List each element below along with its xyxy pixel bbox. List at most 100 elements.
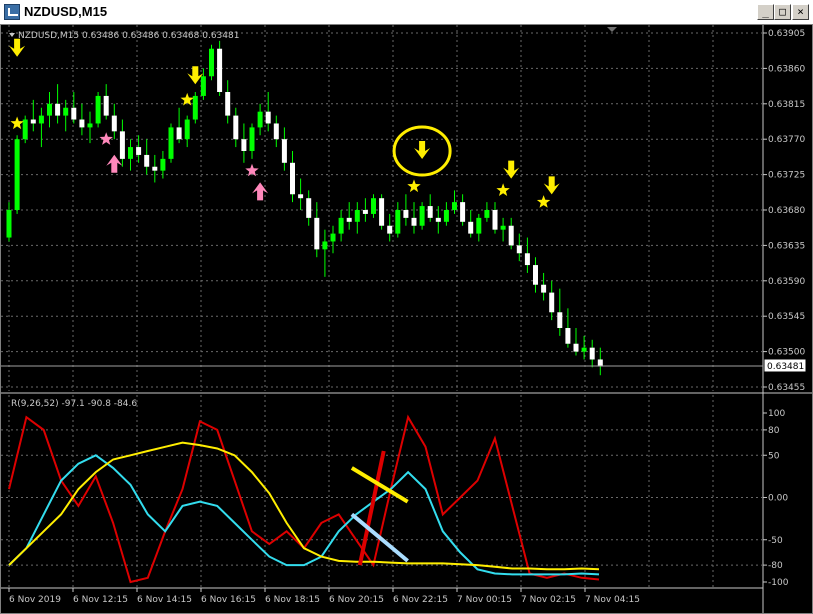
time-label: 6 Nov 12:15: [73, 595, 128, 605]
candle-body: [403, 210, 409, 218]
candle-body: [508, 225, 514, 246]
candle-body: [338, 217, 344, 234]
price-label: 0.63680: [768, 206, 805, 216]
candle-body: [573, 343, 579, 352]
candle-body: [128, 147, 133, 159]
price-label: 0.63590: [768, 277, 805, 287]
candle-body: [111, 115, 117, 132]
candle-body: [71, 107, 77, 120]
candle-body: [500, 225, 506, 230]
time-label: 6 Nov 14:15: [137, 595, 192, 605]
candle-body: [184, 119, 190, 140]
chart-window-icon: [4, 4, 20, 20]
star-signal-icon: [496, 183, 510, 196]
sell-arrow-icon: [414, 141, 431, 159]
window-title: NZDUSD,M15: [24, 4, 108, 19]
time-label: 6 Nov 20:15: [329, 595, 384, 605]
time-label: 6 Nov 18:15: [265, 595, 320, 605]
time-label: 7 Nov 02:15: [521, 595, 576, 605]
candle-body: [371, 198, 376, 214]
candle-body: [557, 312, 563, 328]
candle-body: [225, 92, 231, 116]
sell-arrow-icon: [543, 176, 560, 195]
candle-body: [468, 221, 474, 234]
current-price-label: 0.63481: [767, 362, 804, 372]
candle-body: [379, 198, 385, 226]
candle-body: [6, 210, 12, 238]
candle-body: [354, 210, 360, 222]
star-signal-icon: [99, 132, 113, 145]
annotations: [350, 125, 452, 566]
candle-body: [136, 147, 142, 155]
price-label: 0.63905: [768, 29, 805, 39]
candle-body: [565, 328, 571, 344]
candle-body: [38, 115, 44, 124]
price-label: 0.63635: [768, 241, 805, 251]
candle-body: [22, 119, 28, 140]
chart-canvas[interactable]: 0.63905 0.63860 0.63815 0.63770 0.63725 0.636…: [1, 25, 812, 613]
window-titlebar[interactable]: NZDUSD,M15 _ □ ×: [0, 0, 813, 25]
main-chart-header: NZDUSD,M15 0.63486 0.63486 0.63468 0.634…: [18, 31, 239, 41]
candle-body: [30, 119, 36, 124]
close-button[interactable]: ×: [792, 4, 809, 20]
star-signal-icon: [407, 179, 421, 193]
candle-body: [87, 123, 93, 128]
time-label: 6 Nov 22:15: [393, 595, 448, 605]
indicator-axis-labels: 100 80 50 0.00 -50 -80 -100: [763, 409, 789, 588]
time-label: 6 Nov 2019: [9, 595, 61, 605]
candle-body: [362, 210, 368, 214]
candles: [6, 40, 603, 376]
chart-menu-triangle-icon[interactable]: [9, 33, 15, 37]
indicator-grid: [1, 395, 762, 587]
indicator-line-R26: [8, 454, 600, 576]
candle-body: [55, 103, 61, 116]
candle-body: [200, 76, 206, 96]
price-label: 0.63725: [768, 171, 805, 181]
candle-body: [581, 347, 587, 352]
price-label: 0.63500: [768, 348, 805, 358]
candle-body: [484, 210, 490, 218]
candle-body: [47, 103, 52, 116]
maximize-button[interactable]: □: [774, 4, 791, 20]
candle-body: [435, 217, 441, 222]
indicator-axis-label: -50: [768, 536, 783, 546]
candle-body: [387, 225, 393, 234]
candle-body: [144, 154, 150, 167]
indicator-line-R9: [8, 414, 600, 584]
candle-body: [233, 115, 239, 140]
price-label: 0.63770: [768, 135, 805, 145]
candle-body: [265, 111, 271, 124]
indicator-axis-label: -100: [768, 578, 789, 588]
indicator-line-R52: [8, 441, 600, 571]
candle-body: [492, 210, 498, 230]
candle-body: [298, 194, 304, 199]
indicator-header: R(9,26,52) -97.1 -90.8 -84.6: [11, 399, 137, 409]
sell-arrow-icon: [503, 160, 520, 179]
candle-body: [103, 95, 109, 116]
shift-marker-icon[interactable]: [607, 27, 617, 32]
price-label: 0.63860: [768, 64, 805, 74]
candle-body: [290, 162, 295, 195]
minimize-button[interactable]: _: [757, 4, 774, 20]
chart-area[interactable]: 0.63905 0.63860 0.63815 0.63770 0.63725 0.636…: [0, 24, 813, 614]
candle-body: [419, 206, 425, 226]
candle-body: [322, 241, 328, 250]
candle-body: [549, 292, 555, 313]
candle-body: [168, 127, 174, 159]
candle-body: [516, 245, 522, 254]
price-axis-labels: 0.63905 0.63860 0.63815 0.63770 0.63725 0.636…: [763, 29, 805, 393]
candle-body: [427, 206, 433, 218]
candle-body: [209, 48, 214, 77]
candle-body: [281, 139, 287, 163]
sell-arrow-icon: [9, 38, 26, 57]
candle-body: [152, 166, 158, 171]
time-label: 6 Nov 16:15: [201, 595, 256, 605]
indicator-axis-label: 100: [768, 409, 785, 419]
time-label: 7 Nov 04:15: [585, 595, 640, 605]
indicator-axis-label: -80: [768, 561, 783, 571]
price-label: 0.63545: [768, 312, 805, 322]
candle-body: [176, 127, 182, 140]
candle-body: [119, 131, 125, 159]
price-label: 0.63455: [768, 383, 805, 393]
candle-body: [411, 217, 417, 226]
